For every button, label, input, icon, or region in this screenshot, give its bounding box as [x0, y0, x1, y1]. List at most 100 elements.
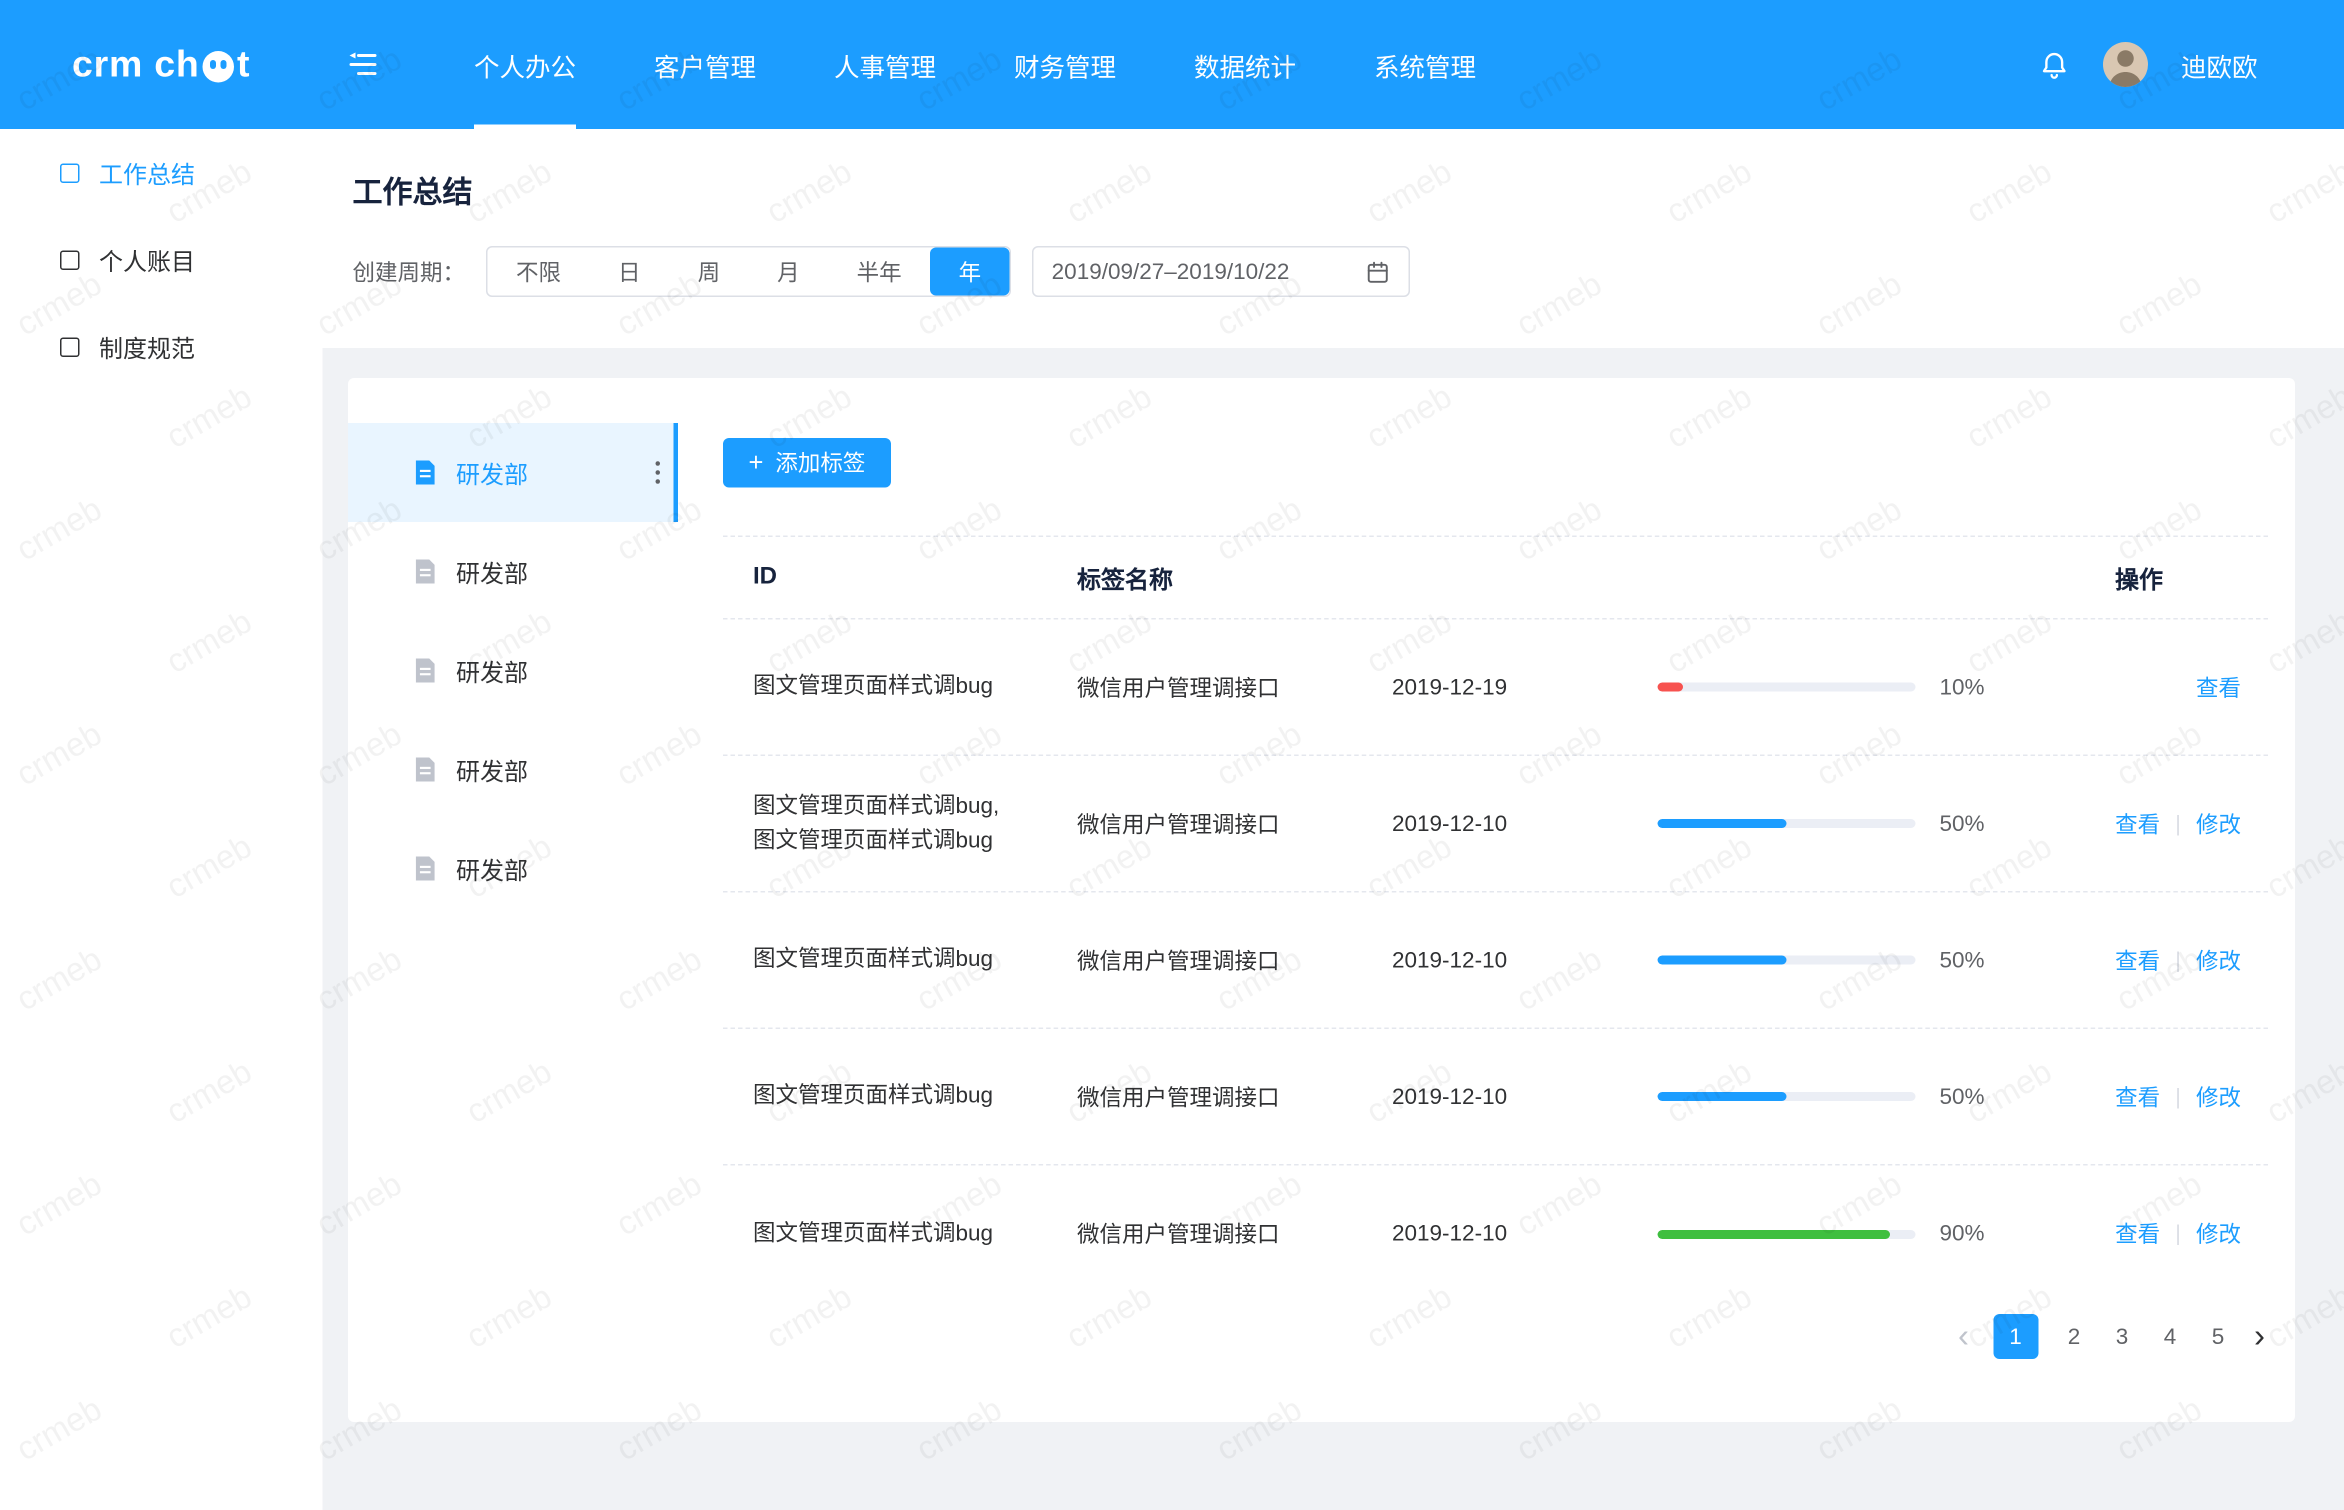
nav-label: 系统管理: [1374, 46, 1476, 84]
progress-fill: [1658, 1229, 1890, 1238]
tags-table: ID 标签名称 操作 图文管理页面样式调bug 微信用户管理调接口 2019-1…: [723, 536, 2268, 1303]
page-number-5[interactable]: 5: [2206, 1324, 2230, 1350]
view-link[interactable]: 查看: [2115, 808, 2160, 840]
view-link[interactable]: 查看: [2115, 1081, 2160, 1113]
page-number-3[interactable]: 3: [2110, 1324, 2134, 1350]
group-item-rd-dept[interactable]: 研发部: [348, 621, 678, 720]
cell-actions: 查看 | 修改: [1995, 944, 2268, 976]
action-divider: |: [2175, 947, 2181, 973]
period-segmented-control: 不限 日 周 月 半年 年: [486, 246, 1011, 297]
table-row: 图文管理页面样式调bug, 图文管理页面样式调bug 微信用户管理调接口 201…: [723, 756, 2268, 893]
progress-track: [1658, 1229, 1916, 1238]
app-logo: crm ch t: [72, 43, 336, 87]
view-link[interactable]: 查看: [2196, 671, 2241, 703]
nav-item-personal-office[interactable]: 个人办公: [435, 0, 615, 129]
top-header: crm ch t 个人办公 客户管理 人事管理 财务管理 数据统计: [0, 0, 2344, 129]
cell-tag-name: 微信用户管理调接口: [1077, 1218, 1392, 1250]
cell-progress: 10%: [1658, 674, 1996, 700]
progress-track: [1658, 683, 1916, 692]
doc-square-icon: [60, 163, 80, 183]
cell-actions: 查看: [1995, 671, 2268, 703]
group-item-rd-dept[interactable]: 研发部: [348, 423, 678, 522]
col-header-id: ID: [723, 559, 1077, 596]
period-option-halfyear[interactable]: 半年: [828, 248, 930, 296]
progress-percent: 50%: [1940, 811, 1985, 837]
header-right: 迪欧欧: [2039, 42, 2344, 87]
filter-label: 创建周期：: [353, 256, 466, 288]
cell-task-id: 图文管理页面样式调bug, 图文管理页面样式调bug: [723, 789, 1077, 859]
action-divider: |: [2175, 811, 2181, 837]
group-label: 研发部: [456, 653, 528, 689]
nav-item-customer-mgmt[interactable]: 客户管理: [615, 0, 795, 129]
user-avatar[interactable]: [2103, 42, 2148, 87]
group-item-rd-dept[interactable]: 研发部: [348, 720, 678, 819]
nav-item-data-stats[interactable]: 数据统计: [1155, 0, 1335, 129]
cell-progress: 50%: [1658, 947, 1996, 973]
more-options-icon[interactable]: [656, 461, 661, 484]
main-nav: 个人办公 客户管理 人事管理 财务管理 数据统计 系统管理: [435, 0, 1515, 129]
bell-icon[interactable]: [2039, 49, 2071, 81]
sidebar-item-personal-account[interactable]: 个人账目: [0, 216, 323, 303]
group-item-rd-dept[interactable]: 研发部: [348, 522, 678, 621]
prev-page-icon[interactable]: ‹: [1958, 1320, 1969, 1353]
edit-link[interactable]: 修改: [2196, 944, 2241, 976]
cell-date: 2019-12-10: [1392, 811, 1658, 837]
next-page-icon[interactable]: ›: [2254, 1320, 2265, 1353]
document-icon: [414, 857, 437, 881]
chat-bubble-icon: [202, 50, 234, 82]
period-option-year[interactable]: 年: [930, 248, 1010, 296]
sidebar-item-label: 个人账目: [99, 242, 195, 278]
cell-task-id: 图文管理页面样式调bug: [723, 1079, 1077, 1114]
period-option-unlimited[interactable]: 不限: [488, 248, 590, 296]
view-link[interactable]: 查看: [2115, 944, 2160, 976]
content-card: 研发部 研发部 研发部: [348, 378, 2295, 1422]
cell-progress: 50%: [1658, 811, 1996, 837]
date-range-input[interactable]: 2019/09/27–2019/10/22: [1032, 246, 1410, 297]
page-number-1[interactable]: 1: [1993, 1314, 2038, 1359]
doc-square-icon: [60, 250, 80, 270]
period-option-day[interactable]: 日: [590, 248, 670, 296]
period-option-week[interactable]: 周: [669, 248, 749, 296]
nav-label: 人事管理: [834, 46, 936, 84]
period-option-month[interactable]: 月: [749, 248, 829, 296]
progress-fill: [1658, 1092, 1787, 1101]
progress-percent: 10%: [1940, 674, 1985, 700]
progress-fill: [1658, 819, 1787, 828]
page-title: 工作总结: [353, 168, 473, 212]
nav-item-hr-mgmt[interactable]: 人事管理: [795, 0, 975, 129]
group-item-rd-dept[interactable]: 研发部: [348, 819, 678, 918]
nav-item-finance-mgmt[interactable]: 财务管理: [975, 0, 1155, 129]
app: crm ch t 个人办公 客户管理 人事管理 财务管理 数据统计: [0, 0, 2344, 1510]
document-icon: [414, 461, 437, 485]
cell-actions: 查看 | 修改: [1995, 1218, 2268, 1250]
cell-date: 2019-12-19: [1392, 674, 1658, 700]
sidebar-item-work-summary[interactable]: 工作总结: [0, 129, 323, 216]
edit-link[interactable]: 修改: [2196, 1081, 2241, 1113]
nav-label: 客户管理: [654, 46, 756, 84]
edit-link[interactable]: 修改: [2196, 808, 2241, 840]
tag-group-list: 研发部 研发部 研发部: [348, 423, 678, 918]
date-range-value: 2019/09/27–2019/10/22: [1052, 259, 1290, 285]
sidebar-item-rules[interactable]: 制度规范: [0, 303, 323, 390]
cell-date: 2019-12-10: [1392, 1221, 1658, 1247]
cell-date: 2019-12-10: [1392, 947, 1658, 973]
progress-percent: 50%: [1940, 947, 1985, 973]
group-label: 研发部: [456, 554, 528, 590]
cell-progress: 50%: [1658, 1084, 1996, 1110]
sidebar-item-label: 工作总结: [99, 155, 195, 191]
progress-track: [1658, 1092, 1916, 1101]
group-label: 研发部: [456, 752, 528, 788]
pagination: ‹ 1 2 3 4 5 ›: [1958, 1314, 2265, 1359]
calendar-icon: [1365, 259, 1391, 285]
nav-item-system-mgmt[interactable]: 系统管理: [1335, 0, 1515, 129]
nav-label: 数据统计: [1194, 46, 1296, 84]
add-tag-button[interactable]: + 添加标签: [723, 438, 891, 488]
page-number-2[interactable]: 2: [2062, 1324, 2086, 1350]
menu-fold-icon[interactable]: [345, 45, 384, 84]
plus-icon: +: [749, 450, 764, 476]
page-number-4[interactable]: 4: [2158, 1324, 2182, 1350]
edit-link[interactable]: 修改: [2196, 1218, 2241, 1250]
col-header-name: 标签名称: [1077, 560, 1392, 596]
user-name[interactable]: 迪欧欧: [2181, 46, 2258, 84]
view-link[interactable]: 查看: [2115, 1218, 2160, 1250]
